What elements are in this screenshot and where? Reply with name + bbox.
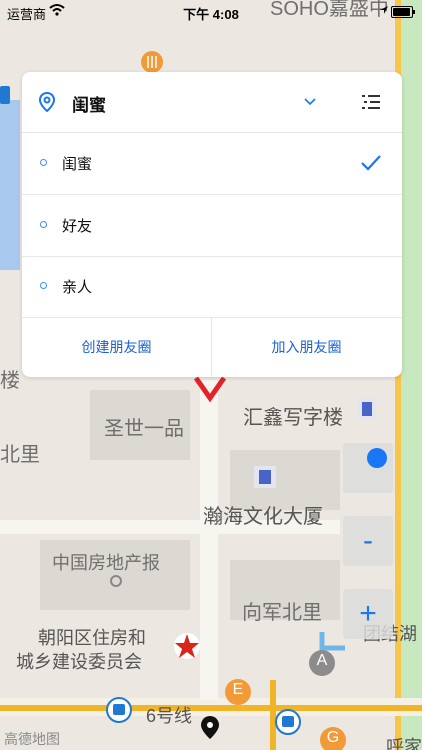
group-option-haoyou[interactable]: 好友 (22, 195, 402, 257)
friend-group-panel: 闺蜜 闺蜜 好友 亲人 创建朋友圈 加入朋友圈 (22, 72, 402, 377)
zoom-out-label: - (363, 524, 373, 557)
location-arrow-icon (380, 6, 388, 14)
panel-actions: 创建朋友圈 加入朋友圈 (22, 317, 402, 377)
selected-group-title: 闺蜜 (72, 96, 106, 115)
battery-icon (391, 6, 415, 18)
my-location-dot-icon (367, 448, 387, 468)
group-option-label: 闺蜜 (62, 156, 93, 173)
marker-g-letter: G (326, 729, 340, 746)
marker-a-letter: A (316, 652, 328, 669)
create-circle-button[interactable]: 创建朋友圈 (22, 317, 211, 377)
location-pin-icon (39, 92, 55, 112)
location-pin-icon (193, 376, 227, 403)
group-option-label: 亲人 (62, 279, 93, 296)
bus-icon (0, 86, 10, 104)
status-time: 下午 4:08 (183, 7, 239, 22)
chevron-down-icon[interactable] (303, 96, 317, 106)
list-bullet-icon (40, 282, 47, 289)
list-bullet-icon (40, 159, 47, 166)
list-bullet-icon (40, 221, 47, 228)
group-option-guimi[interactable]: 闺蜜 (22, 133, 402, 195)
zoom-out-button[interactable]: - (343, 516, 393, 566)
my-location-button[interactable] (343, 443, 393, 493)
marker-e-letter: E (232, 681, 244, 698)
list-menu-icon[interactable] (362, 94, 382, 110)
government-star-icon (174, 633, 200, 659)
restaurant-icon (141, 51, 163, 73)
join-circle-button[interactable]: 加入朋友圈 (212, 317, 401, 377)
poi-dot-icon (110, 575, 122, 587)
checkmark-icon (361, 155, 381, 171)
user-location-pin-icon (201, 716, 219, 739)
group-option-label: 好友 (62, 218, 93, 235)
group-option-qinren[interactable]: 亲人 (22, 256, 402, 318)
zoom-in-label: + (359, 597, 377, 630)
status-bar: 运营商 下午 4:08 (0, 0, 422, 24)
zoom-in-button[interactable]: + (343, 589, 393, 639)
group-selector-header[interactable]: 闺蜜 (22, 72, 402, 133)
